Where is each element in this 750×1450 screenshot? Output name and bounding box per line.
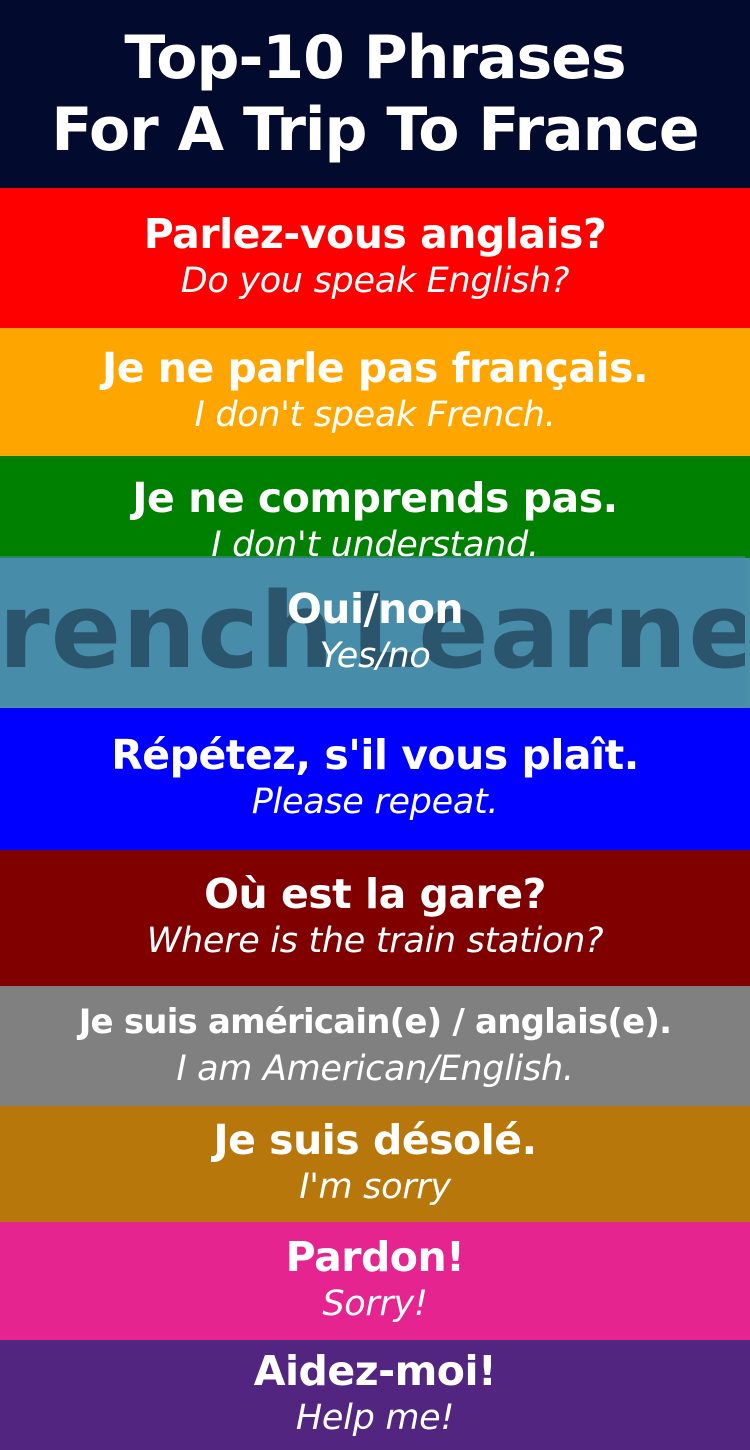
phrase-english: Please repeat. bbox=[251, 782, 499, 822]
phrase-band-9: Pardon! Sorry! bbox=[0, 1222, 750, 1340]
phrase-english: Help me! bbox=[295, 1398, 455, 1438]
phrase-english: Where is the train station? bbox=[146, 921, 604, 961]
phrase-band-3: Je ne comprends pas. I don't understand. bbox=[0, 456, 750, 565]
phrase-band-5: Répétez, s'il vous plaît. Please repeat. bbox=[0, 708, 750, 850]
phrase-band-7: Je suis américain(e) / anglais(e). I am … bbox=[0, 986, 750, 1106]
phrase-french: Je suis américain(e) / anglais(e). bbox=[78, 1002, 672, 1042]
phrase-french: Où est la gare? bbox=[204, 870, 546, 918]
infographic: Top-10 Phrases For A Trip To France Parl… bbox=[0, 0, 750, 1450]
phrase-french: Répétez, s'il vous plaît. bbox=[111, 731, 639, 779]
title-line-1: Top-10 Phrases bbox=[124, 23, 626, 93]
phrase-band-1: Parlez-vous anglais? Do you speak Englis… bbox=[0, 188, 750, 328]
phrase-band-10: Aidez-moi! Help me! bbox=[0, 1340, 750, 1450]
phrase-french: Je ne comprends pas. bbox=[132, 474, 618, 522]
phrase-french: Oui/non bbox=[286, 585, 464, 633]
header: Top-10 Phrases For A Trip To France bbox=[0, 0, 750, 188]
phrase-english: I am American/English. bbox=[176, 1049, 574, 1089]
phrase-band-2: Je ne parle pas français. I don't speak … bbox=[0, 328, 750, 456]
phrase-english: Sorry! bbox=[322, 1284, 428, 1324]
phrase-french: Aidez-moi! bbox=[253, 1347, 497, 1395]
phrase-band-6: Où est la gare? Where is the train stati… bbox=[0, 850, 750, 986]
title-line-2: For A Trip To France bbox=[51, 95, 699, 165]
phrase-band-8: Je suis désolé. I'm sorry bbox=[0, 1106, 750, 1222]
phrase-english: Do you speak English? bbox=[180, 261, 570, 301]
phrase-french: Je ne parle pas français. bbox=[101, 344, 649, 392]
phrase-french: Je suis désolé. bbox=[213, 1116, 537, 1164]
phrase-english: I don't speak French. bbox=[194, 395, 556, 435]
phrase-english: I'm sorry bbox=[299, 1167, 451, 1207]
phrase-french: Pardon! bbox=[285, 1233, 465, 1281]
phrase-english: Yes/no bbox=[319, 636, 431, 676]
phrase-band-4-text: Oui/non Yes/no bbox=[0, 558, 750, 708]
phrase-french: Parlez-vous anglais? bbox=[143, 210, 607, 258]
